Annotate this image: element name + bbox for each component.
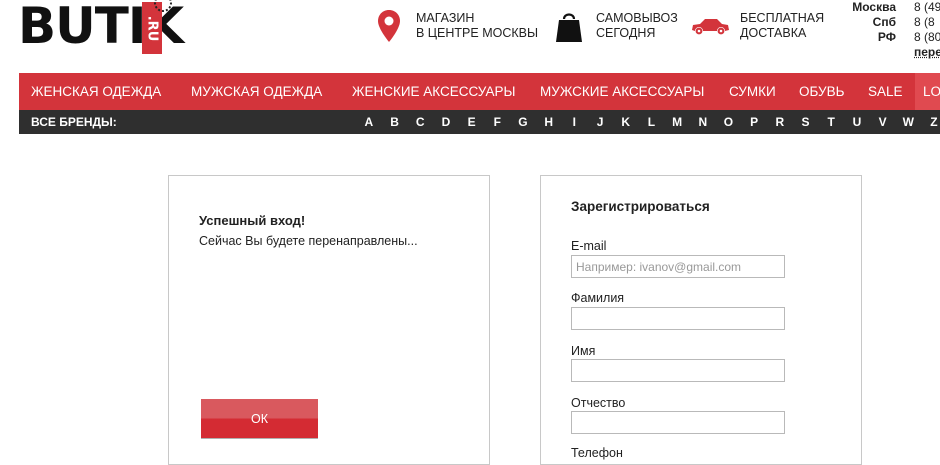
phone-row: Спб 8 (8 bbox=[848, 15, 940, 30]
main-nav: ЖЕНСКАЯ ОДЕЖДА МУЖСКАЯ ОДЕЖДА ЖЕНСКИЕ АК… bbox=[19, 73, 940, 110]
login-success-panel: Успешный вход! Сейчас Вы будете перенапр… bbox=[168, 175, 490, 465]
feature-delivery-line1: БЕСПЛАТНАЯ bbox=[740, 11, 824, 26]
phone-list: Москва 8 (49 Спб 8 (8 РФ 8 (80 пере bbox=[848, 0, 940, 60]
phone-number[interactable]: 8 (49 bbox=[914, 0, 940, 15]
feature-store[interactable]: МАГАЗИН В ЦЕНТРЕ МОСКВЫ bbox=[372, 8, 538, 44]
first-name-label: Имя bbox=[571, 344, 595, 358]
brand-letter[interactable]: C bbox=[407, 110, 433, 134]
shopping-bag-icon bbox=[552, 8, 586, 44]
brand-letter[interactable]: E bbox=[459, 110, 485, 134]
brand-letter[interactable]: M bbox=[664, 110, 690, 134]
brand-letter[interactable]: L bbox=[639, 110, 665, 134]
feature-delivery-line2: ДОСТАВКА bbox=[740, 26, 824, 41]
callback-link[interactable]: пере bbox=[914, 45, 940, 60]
phone-row: Москва 8 (49 bbox=[848, 0, 940, 15]
brand-letter[interactable]: D bbox=[433, 110, 459, 134]
brand-letter[interactable]: H bbox=[536, 110, 562, 134]
feature-pickup-line2: СЕГОДНЯ bbox=[596, 26, 678, 41]
nav-item-men-clothing[interactable]: МУЖСКАЯ ОДЕЖДА bbox=[191, 84, 322, 99]
brand-letter[interactable]: T bbox=[818, 110, 844, 134]
brand-letter[interactable]: A bbox=[356, 110, 382, 134]
nav-item-sale[interactable]: SALE bbox=[868, 84, 903, 99]
feature-pickup-line1: САМОВЫВОЗ bbox=[596, 11, 678, 26]
brand-letter[interactable]: I bbox=[562, 110, 588, 134]
brand-letter[interactable]: K bbox=[613, 110, 639, 134]
last-name-field[interactable] bbox=[571, 307, 785, 330]
phone-city: РФ bbox=[848, 30, 896, 45]
feature-delivery[interactable]: БЕСПЛАТНАЯ ДОСТАВКА bbox=[690, 8, 824, 44]
brand-letter[interactable]: B bbox=[382, 110, 408, 134]
brand-letter[interactable]: F bbox=[484, 110, 510, 134]
ok-button[interactable]: ОК bbox=[201, 399, 318, 438]
brand-letter[interactable]: V bbox=[870, 110, 896, 134]
brand-letter[interactable]: R bbox=[767, 110, 793, 134]
logo-tag-text: .RU bbox=[146, 15, 159, 41]
brand-letter[interactable]: S bbox=[793, 110, 819, 134]
phone-label: Телефон bbox=[571, 446, 623, 460]
feature-store-line1: МАГАЗИН bbox=[416, 11, 538, 26]
brand-letter[interactable]: Z bbox=[921, 110, 940, 134]
phone-row: РФ 8 (80 bbox=[848, 30, 940, 45]
login-success-title: Успешный вход! bbox=[199, 213, 305, 228]
phone-number[interactable]: 8 (8 bbox=[914, 15, 935, 30]
nav-login[interactable]: LO bbox=[915, 73, 940, 110]
phone-city: Спб bbox=[848, 15, 896, 30]
brand-letter[interactable]: O bbox=[716, 110, 742, 134]
redirect-message: Сейчас Вы будете перенаправлены... bbox=[199, 234, 418, 248]
brand-letter[interactable]: J bbox=[587, 110, 613, 134]
phone-city: Москва bbox=[848, 0, 896, 15]
email-label: E-mail bbox=[571, 239, 606, 253]
first-name-field[interactable] bbox=[571, 359, 785, 382]
middle-name-field[interactable] bbox=[571, 411, 785, 434]
last-name-label: Фамилия bbox=[571, 291, 624, 305]
nav-item-bags[interactable]: СУМКИ bbox=[729, 84, 776, 99]
middle-name-label: Отчество bbox=[571, 396, 625, 410]
feature-store-line2: В ЦЕНТРЕ МОСКВЫ bbox=[416, 26, 538, 41]
register-panel: Зарегистрироваться E-mail Фамилия Имя От… bbox=[540, 175, 862, 465]
nav-item-shoes[interactable]: ОБУВЬ bbox=[799, 84, 845, 99]
nav-item-women-accessories[interactable]: ЖЕНСКИЕ АКСЕССУАРЫ bbox=[352, 84, 515, 99]
car-icon bbox=[690, 8, 730, 44]
brand-letter[interactable]: P bbox=[741, 110, 767, 134]
nav-item-men-accessories[interactable]: МУЖСКИЕ АКСЕССУАРЫ bbox=[540, 84, 704, 99]
brand-letter[interactable]: U bbox=[844, 110, 870, 134]
nav-item-women-clothing[interactable]: ЖЕНСКАЯ ОДЕЖДА bbox=[31, 84, 161, 99]
brand-letter[interactable]: G bbox=[510, 110, 536, 134]
phone-number[interactable]: 8 (80 bbox=[914, 30, 940, 45]
map-pin-icon bbox=[372, 8, 406, 44]
brand-letter[interactable]: W bbox=[895, 110, 921, 134]
email-field[interactable] bbox=[571, 255, 785, 278]
brand-letter[interactable]: N bbox=[690, 110, 716, 134]
register-title: Зарегистрироваться bbox=[571, 199, 710, 214]
brand-letters: ABCDEFGHIJKLMNOPRSTUVWZ bbox=[356, 110, 940, 134]
brand-bar: ВСЕ БРЕНДЫ: ABCDEFGHIJKLMNOPRSTUVWZ bbox=[19, 110, 940, 134]
site-header: BUTIK .RU МАГАЗИН В ЦЕНТРЕ МОСКВЫ САМОВЫ… bbox=[0, 0, 940, 72]
all-brands-label[interactable]: ВСЕ БРЕНДЫ: bbox=[31, 110, 117, 134]
feature-pickup[interactable]: САМОВЫВОЗ СЕГОДНЯ bbox=[552, 8, 678, 44]
